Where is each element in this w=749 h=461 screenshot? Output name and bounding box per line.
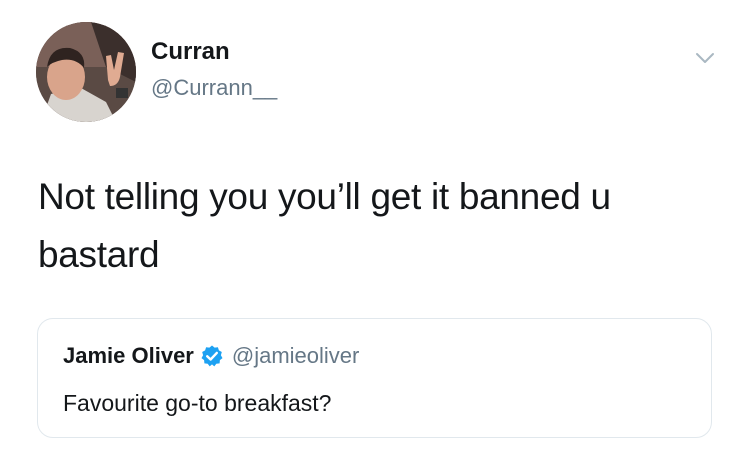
quoted-author-handle[interactable]: @jamieoliver <box>232 343 359 369</box>
quoted-tweet[interactable]: Jamie Oliver @jamieoliver Favourite go-t… <box>37 318 712 438</box>
author-name[interactable]: Curran <box>151 38 230 66</box>
verified-badge-icon <box>201 345 223 367</box>
quoted-tweet-header: Jamie Oliver @jamieoliver <box>63 343 359 369</box>
author-handle[interactable]: @Currann__ <box>151 75 277 101</box>
chevron-down-icon[interactable] <box>694 47 716 69</box>
avatar[interactable] <box>36 22 136 122</box>
tweet-text: Not telling you you’ll get it banned u b… <box>38 176 611 275</box>
quoted-author-name[interactable]: Jamie Oliver <box>63 343 194 369</box>
tweet-card: Curran @Currann__ Not telling you you’ll… <box>0 0 749 461</box>
quoted-tweet-text: Favourite go-to breakfast? <box>63 390 332 416</box>
